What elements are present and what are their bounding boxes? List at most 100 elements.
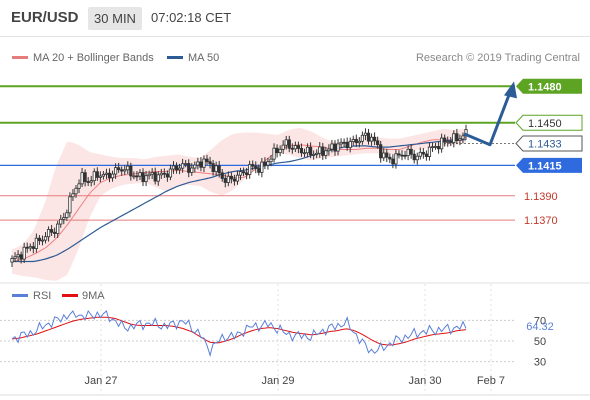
- candle-body: [187, 163, 191, 173]
- candle-body: [19, 254, 23, 260]
- candle: [391, 154, 395, 169]
- rsi-legend-label: RSI: [33, 290, 51, 302]
- candle: [421, 148, 425, 159]
- candle-body: [312, 154, 316, 156]
- candle-body: [424, 153, 428, 157]
- forecast-path: [463, 91, 512, 147]
- candle-body: [382, 152, 386, 159]
- candle-body: [333, 143, 337, 152]
- candle: [415, 152, 419, 165]
- candle-body: [296, 145, 301, 149]
- candle-body: [369, 136, 374, 142]
- candle-body: [455, 133, 459, 141]
- candle-body: [95, 171, 99, 178]
- bollinger-band-area: [12, 128, 466, 281]
- level-tag-1-1415: 1.1415: [516, 157, 582, 173]
- candle-body: [177, 167, 182, 171]
- forecast-arrowhead: [504, 81, 517, 99]
- candle-body: [123, 169, 127, 172]
- rsi-line: [11, 309, 467, 358]
- candle-body: [339, 141, 343, 145]
- candle-body: [272, 147, 276, 160]
- candle-body: [43, 236, 48, 241]
- candle-body: [74, 187, 78, 195]
- level-tag-1-1450: 1.1450: [515, 114, 583, 131]
- candle-body: [388, 156, 392, 160]
- candle-body: [59, 218, 63, 225]
- candle-body: [220, 172, 224, 179]
- level-value-1-1390: 1.1390: [524, 191, 558, 203]
- level-value-1-1480: 1.1480: [528, 81, 562, 93]
- candle-body: [366, 132, 371, 142]
- candle-body: [327, 148, 331, 152]
- candle: [403, 151, 407, 160]
- candle-body: [263, 161, 267, 166]
- candle-body: [226, 175, 230, 183]
- candle-body: [449, 140, 453, 143]
- candle-body: [184, 163, 188, 165]
- candle-body: [251, 164, 255, 167]
- candle-body: [452, 133, 456, 143]
- rsi-legend: RSI 9MA: [12, 290, 105, 302]
- candle-body: [208, 161, 212, 165]
- candle-body: [238, 171, 243, 176]
- candle-body: [202, 158, 206, 168]
- candle-body: [129, 165, 133, 177]
- candle-body: [80, 172, 84, 185]
- level-value-1-1450: 1.1450: [528, 118, 562, 130]
- candle: [412, 149, 416, 164]
- candle-body: [357, 140, 361, 144]
- ma50-legend-label: MA 50: [188, 52, 219, 64]
- research-credit: Research © 2019 Trading Central: [416, 52, 580, 64]
- candle: [424, 150, 428, 161]
- ma20-legend-label: MA 20 + Bollinger Bands: [33, 52, 154, 64]
- candle-body: [13, 256, 17, 259]
- candle-body: [174, 165, 179, 171]
- candle-body: [309, 146, 313, 156]
- candle-body: [156, 174, 160, 182]
- candle-body: [98, 175, 102, 178]
- candle-body: [86, 181, 90, 183]
- candle-body: [433, 146, 438, 148]
- x-tick-label: Jan 29: [261, 375, 294, 387]
- candle-body: [275, 147, 279, 154]
- ma50-legend-swatch: [167, 56, 183, 59]
- candle-body: [162, 172, 166, 175]
- candle-body: [65, 212, 69, 218]
- candle-body: [104, 172, 109, 175]
- candle-body: [193, 164, 197, 169]
- candle-body: [248, 164, 252, 175]
- candle-body: [342, 141, 346, 144]
- candle-body: [71, 193, 75, 198]
- candle-body: [199, 161, 203, 168]
- candle-body: [150, 172, 154, 175]
- x-tick-label: Jan 27: [84, 375, 117, 387]
- level-value-1-1370: 1.1370: [524, 215, 558, 227]
- candle-body: [229, 175, 233, 180]
- candle-body: [126, 165, 130, 171]
- candle-body: [260, 161, 264, 173]
- candle-body: [336, 143, 340, 152]
- candle-body: [31, 246, 35, 249]
- candle-body: [50, 229, 54, 233]
- level-value-1-1415: 1.1415: [528, 160, 562, 172]
- candle-body: [409, 148, 413, 155]
- candle-body: [110, 173, 115, 179]
- ma20-legend-swatch: [12, 56, 28, 59]
- candle-body: [92, 171, 96, 182]
- forecast-arrow: [463, 81, 517, 147]
- candle-body: [77, 183, 81, 189]
- candle-body: [138, 172, 142, 177]
- candle-body: [254, 165, 258, 169]
- candle-body: [53, 231, 57, 234]
- candle-body: [190, 167, 194, 173]
- ma9-legend-swatch: [62, 294, 78, 297]
- x-tick-label: Jan 30: [408, 375, 441, 387]
- candle-body: [376, 140, 380, 146]
- rsi-legend-swatch: [12, 294, 28, 297]
- candle-body: [153, 172, 157, 182]
- candle-body: [394, 153, 398, 165]
- candle-body: [132, 175, 136, 178]
- candle-body: [461, 135, 465, 140]
- candle-body: [205, 158, 209, 163]
